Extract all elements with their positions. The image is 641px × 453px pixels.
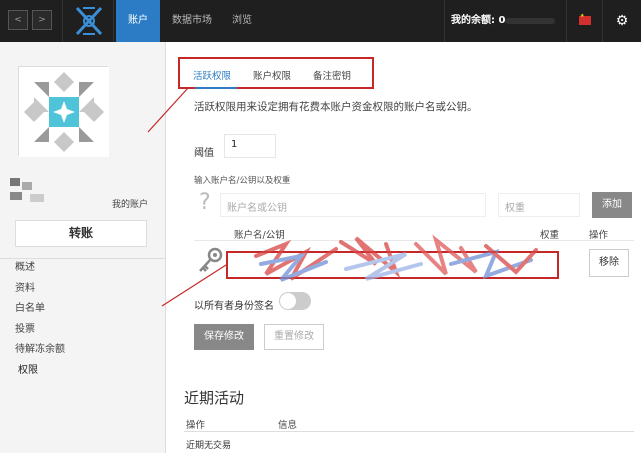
avatar [18, 66, 109, 157]
china-flag-icon [579, 13, 591, 25]
my-account-label: 我的账户 [112, 200, 149, 210]
identicon-icon [19, 67, 109, 157]
sidebar-item-voting[interactable]: 投票 [0, 320, 166, 341]
recent-header-divider [184, 431, 634, 432]
toggle-knob [280, 293, 296, 309]
sidebar-item-vesting[interactable]: 待解冻余额 [0, 340, 166, 361]
recent-empty-text: 近期无交易 [186, 441, 232, 451]
sidebar-menu: 概述 资料 白名单 投票 待解冻余额 权限 [0, 258, 166, 381]
tab-owner-permissions[interactable]: 账户权限 [253, 68, 291, 82]
account-key-input[interactable]: 账户名或公钥 [220, 193, 486, 217]
sign-as-owner-label: 以所有者身份签名 [194, 301, 274, 312]
tab-memo-key[interactable]: 备注密钥 [313, 68, 351, 82]
sidebar-item-whitelist[interactable]: 白名单 [0, 299, 166, 320]
key-icon [199, 247, 223, 272]
threshold-input[interactable]: 1 [224, 134, 276, 158]
app-logo[interactable] [62, 0, 114, 42]
tab-data-market[interactable]: 数据市场 [160, 0, 224, 42]
recent-activity-title: 近期活动 [184, 389, 245, 407]
logo-icon [75, 6, 103, 36]
back-button[interactable]: < [8, 10, 28, 30]
sidebar-item-profile[interactable]: 资料 [0, 279, 166, 300]
input-hint: 输入账户名/公钥以及权重 [194, 176, 291, 186]
question-mark-icon: ? [199, 190, 211, 215]
top-navigation-bar: < > 账户 数据市场 浏览 我的余额: 0 ⚙ [0, 0, 641, 42]
save-button[interactable]: 保存修改 [194, 324, 254, 350]
balance-label: 我的余额: 0 [444, 0, 505, 42]
remove-button[interactable]: 移除 [589, 249, 629, 277]
tab-account[interactable]: 账户 [116, 0, 160, 42]
language-selector[interactable] [566, 0, 602, 42]
recent-header-action: 操作 [186, 420, 206, 431]
weight-input[interactable]: 权重 [498, 193, 580, 217]
reset-button[interactable]: 重置修改 [264, 324, 324, 350]
forward-button[interactable]: > [32, 10, 52, 30]
transfer-button[interactable]: 转账 [15, 220, 147, 247]
threshold-label: 阈值 [194, 148, 214, 159]
column-header-action: 操作 [589, 230, 609, 241]
active-tab-indicator [195, 87, 237, 89]
add-button[interactable]: 添加 [592, 192, 632, 218]
sign-as-owner-toggle[interactable] [279, 292, 311, 310]
sidebar: 我的账户 转账 概述 资料 白名单 投票 待解冻余额 权限 [0, 42, 166, 453]
sidebar-item-permissions[interactable]: 权限 [0, 361, 166, 382]
permission-description: 活跃权限用来设定拥有花费本账户资金权限的账户名或公钥。 [194, 101, 478, 113]
gear-icon: ⚙ [615, 13, 629, 29]
balance-redacted [505, 18, 555, 24]
sidebar-item-overview[interactable]: 概述 [0, 258, 166, 279]
main-content: 活跃权限 账户权限 备注密钥 活跃权限用来设定拥有花费本账户资金权限的账户名或公… [166, 42, 641, 453]
permission-tabs: 活跃权限 账户权限 备注密钥 [178, 57, 374, 89]
public-key-redaction [254, 234, 538, 282]
tab-active-permissions[interactable]: 活跃权限 [193, 68, 231, 82]
settings-button[interactable]: ⚙ [602, 0, 641, 42]
recent-header-info: 信息 [278, 420, 298, 431]
tab-explore[interactable]: 浏览 [220, 0, 264, 42]
account-name-redacted [10, 178, 44, 202]
